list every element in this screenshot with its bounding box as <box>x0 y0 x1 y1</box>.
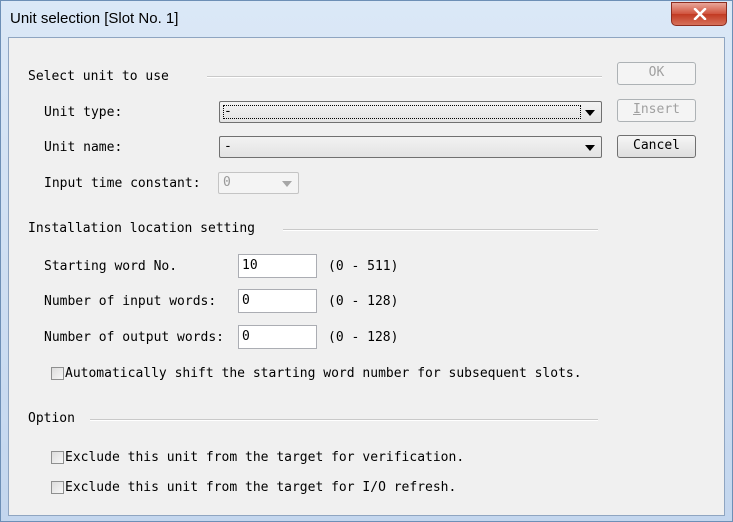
installation-divider <box>283 229 598 231</box>
insert-button[interactable]: Insert <box>617 99 696 122</box>
insert-label: nsert <box>640 102 680 117</box>
exclude-verification-label[interactable]: Exclude this unit from the target for ve… <box>65 450 464 466</box>
unit-type-dropdown[interactable]: - <box>219 101 602 123</box>
input-words-input[interactable]: 0 <box>238 289 317 313</box>
output-words-label: Number of output words: <box>44 330 225 345</box>
insert-accelerator: I <box>633 102 641 117</box>
option-divider <box>90 419 598 421</box>
unit-type-label: Unit type: <box>44 105 123 120</box>
focus-rectangle <box>223 105 581 119</box>
chevron-down-icon <box>585 110 595 116</box>
ok-button[interactable]: OK <box>617 62 696 85</box>
starting-word-range: (0 - 511) <box>328 259 399 274</box>
select-unit-heading: Select unit to use <box>28 69 169 84</box>
output-words-input[interactable]: 0 <box>238 325 317 349</box>
dialog-body: Select unit to use Unit type: - Unit nam… <box>8 37 725 516</box>
input-time-constant-label: Input time constant: <box>44 176 201 191</box>
select-unit-divider <box>207 76 602 78</box>
input-time-constant-dropdown[interactable]: 0 <box>218 172 299 194</box>
input-words-value: 0 <box>242 293 250 308</box>
exclude-io-refresh-checkbox[interactable] <box>51 481 64 494</box>
starting-word-value: 10 <box>242 258 258 273</box>
chevron-down-icon <box>585 145 595 151</box>
installation-heading: Installation location setting <box>28 221 255 236</box>
starting-word-label: Starting word No. <box>44 259 178 274</box>
close-button[interactable] <box>671 2 727 26</box>
unit-name-value: - <box>224 139 232 154</box>
starting-word-input[interactable]: 10 <box>238 254 317 278</box>
input-time-constant-value: 0 <box>223 175 231 190</box>
exclude-io-refresh-label[interactable]: Exclude this unit from the target for I/… <box>65 480 456 496</box>
input-words-label: Number of input words: <box>44 294 217 309</box>
output-words-range: (0 - 128) <box>328 330 399 345</box>
option-heading: Option <box>28 411 75 426</box>
window-title: Unit selection [Slot No. 1] <box>10 10 179 27</box>
input-words-range: (0 - 128) <box>328 294 399 309</box>
auto-shift-label[interactable]: Automatically shift the starting word nu… <box>65 366 582 382</box>
unit-name-label: Unit name: <box>44 140 123 155</box>
cancel-button[interactable]: Cancel <box>617 135 696 158</box>
unit-selection-dialog: Unit selection [Slot No. 1] Select unit … <box>0 0 733 522</box>
auto-shift-checkbox[interactable] <box>51 367 64 380</box>
title-bar[interactable]: Unit selection [Slot No. 1] <box>1 1 732 37</box>
chevron-down-icon <box>282 181 292 187</box>
close-icon <box>693 8 707 20</box>
unit-name-dropdown[interactable]: - <box>219 136 602 158</box>
exclude-verification-checkbox[interactable] <box>51 451 64 464</box>
output-words-value: 0 <box>242 329 250 344</box>
